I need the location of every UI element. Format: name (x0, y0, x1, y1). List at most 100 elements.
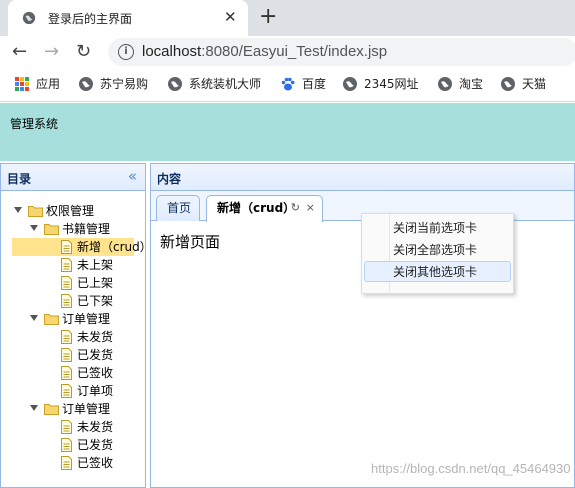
west-panel: 目录 « 权限管理 书籍管理 新增（crud） 未上架 已上架 已下架 订单管理… (0, 163, 152, 488)
tab-label: 首页 (167, 201, 192, 215)
tree-node-file[interactable]: 已发货 (1, 346, 145, 364)
tree-node-folder[interactable]: 权限管理 (1, 202, 145, 220)
tree-node-label: 已签收 (77, 366, 114, 380)
file-icon (61, 348, 72, 362)
url-text[interactable]: localhost:8080/Easyui_Test/index.jsp (142, 43, 387, 60)
globe-icon (79, 77, 93, 91)
folder-icon (28, 206, 43, 217)
tree-node-folder[interactable]: 书籍管理 (1, 220, 145, 238)
bookmark-label: 2345网址 (364, 77, 419, 91)
back-button[interactable]: ← (12, 41, 27, 63)
bookmark-label: 应用 (36, 77, 61, 91)
tree-node-selected[interactable]: 新增（crud） (12, 238, 152, 256)
tree-node-file[interactable]: 订单项 (1, 382, 145, 400)
baidu-paw-icon (281, 77, 295, 91)
watermark: https://blog.csdn.net/qq_45464930 (371, 461, 571, 476)
refresh-icon[interactable]: ↻ (291, 196, 300, 220)
menu-item-close-others[interactable]: 关闭其他选项卡 (364, 261, 511, 282)
menu-item-label: 关闭其他选项卡 (393, 265, 478, 279)
west-panel-title: 目录 (7, 172, 32, 186)
url-path: :8080/Easyui_Test/index.jsp (201, 43, 388, 60)
close-tab-icon[interactable]: ✕ (224, 8, 237, 26)
tree-node-folder[interactable]: 订单管理 (1, 310, 145, 328)
tree-node-folder[interactable]: 订单管理 (1, 400, 145, 418)
tree-node-file[interactable]: 已下架 (1, 292, 145, 310)
address-bar[interactable]: i localhost:8080/Easyui_Test/index.jsp (108, 38, 575, 66)
url-host: localhost (142, 43, 202, 60)
file-icon (61, 294, 72, 308)
tab-label: 新增（crud） (217, 201, 296, 215)
file-icon (61, 384, 72, 398)
tree-node-label: 新增（crud） (77, 240, 152, 254)
menu-item-close-all[interactable]: 关闭全部选项卡 (364, 240, 511, 261)
tree-node-label: 未上架 (77, 258, 114, 272)
globe-icon (22, 11, 36, 25)
globe-icon (168, 77, 182, 91)
browser-toolbar: ← → ↻ i localhost:8080/Easyui_Test/index… (0, 36, 575, 68)
tree-node-label: 订单管理 (62, 312, 111, 326)
file-icon (61, 420, 72, 434)
menu-item-label: 关闭当前选项卡 (393, 221, 478, 235)
globe-icon (438, 77, 452, 91)
bookmark-label: 系统装机大师 (189, 77, 262, 91)
tree-node-file[interactable]: 已上架 (1, 274, 145, 292)
center-panel: 内容 首页 新增（crud） ↻ × 新增页面 (150, 163, 575, 488)
menu-item-close-current[interactable]: 关闭当前选项卡 (364, 218, 511, 239)
file-icon (61, 366, 72, 380)
folder-icon (44, 224, 59, 235)
tree-node-label: 未发货 (77, 420, 114, 434)
browser-tab-title: 登录后的主界面 (48, 12, 133, 26)
tree-node-label: 已发货 (77, 348, 114, 362)
reload-button[interactable]: ↻ (76, 41, 91, 63)
file-icon (61, 258, 72, 272)
tab-home[interactable]: 首页 (156, 195, 200, 221)
tree-node-file[interactable]: 未上架 (1, 256, 145, 274)
forward-button[interactable]: → (44, 41, 59, 63)
file-icon (61, 240, 72, 254)
tree-node-file[interactable]: 已签收 (1, 454, 145, 472)
file-icon (61, 276, 72, 290)
tree-node-file[interactable]: 已签收 (1, 364, 145, 382)
new-tab-button[interactable]: + (259, 4, 277, 30)
menu-tree: 权限管理 书籍管理 新增（crud） 未上架 已上架 已下架 订单管理 未发货 … (1, 192, 152, 482)
tab-context-menu: 关闭当前选项卡 关闭全部选项卡 关闭其他选项卡 (361, 213, 514, 295)
menu-item-label: 关闭全部选项卡 (393, 243, 478, 257)
app-title: 管理系统 (10, 117, 59, 131)
tree-node-label: 订单项 (77, 384, 114, 398)
tree-node-label: 已上架 (77, 276, 114, 290)
site-info-icon[interactable]: i (118, 44, 134, 60)
file-icon (61, 456, 72, 470)
tab-add-crud[interactable]: 新增（crud） ↻ × (206, 195, 323, 222)
bookmark-label: 苏宁易购 (100, 77, 149, 91)
app-header: 管理系统 (0, 103, 575, 161)
expand-arrow-icon[interactable] (14, 207, 22, 213)
center-panel-title: 内容 (157, 172, 182, 186)
page-content-text: 新增页面 (160, 233, 221, 251)
west-panel-header: 目录 « (1, 164, 145, 191)
tree-node-label: 书籍管理 (62, 222, 111, 236)
collapse-icon[interactable]: « (128, 167, 137, 185)
browser-tab[interactable]: 登录后的主界面 ✕ (8, 0, 248, 36)
apps-grid-icon (15, 77, 29, 91)
browser-tab-strip: 登录后的主界面 ✕ + (0, 0, 575, 36)
bookmarks-bar: 应用 苏宁易购 系统装机大师 百度 2345网址 淘宝 天猫 (0, 68, 575, 102)
center-panel-header: 内容 (151, 164, 574, 191)
expand-arrow-icon[interactable] (30, 405, 38, 411)
tree-node-label: 权限管理 (46, 204, 95, 218)
folder-icon (44, 314, 59, 325)
expand-arrow-icon[interactable] (30, 315, 38, 321)
close-icon[interactable]: × (306, 196, 315, 220)
tree-node-file[interactable]: 未发货 (1, 328, 145, 346)
tree-node-file[interactable]: 未发货 (1, 418, 145, 436)
tree-node-label: 已签收 (77, 456, 114, 470)
globe-icon (501, 77, 515, 91)
tree-node-label: 已下架 (77, 294, 114, 308)
file-icon (61, 438, 72, 452)
tree-node-file[interactable]: 已发货 (1, 436, 145, 454)
bookmark-label: 百度 (302, 77, 327, 91)
tree-node-label: 未发货 (77, 330, 114, 344)
folder-icon (44, 404, 59, 415)
file-icon (61, 330, 72, 344)
tree-node-label: 订单管理 (62, 402, 111, 416)
expand-arrow-icon[interactable] (30, 225, 38, 231)
